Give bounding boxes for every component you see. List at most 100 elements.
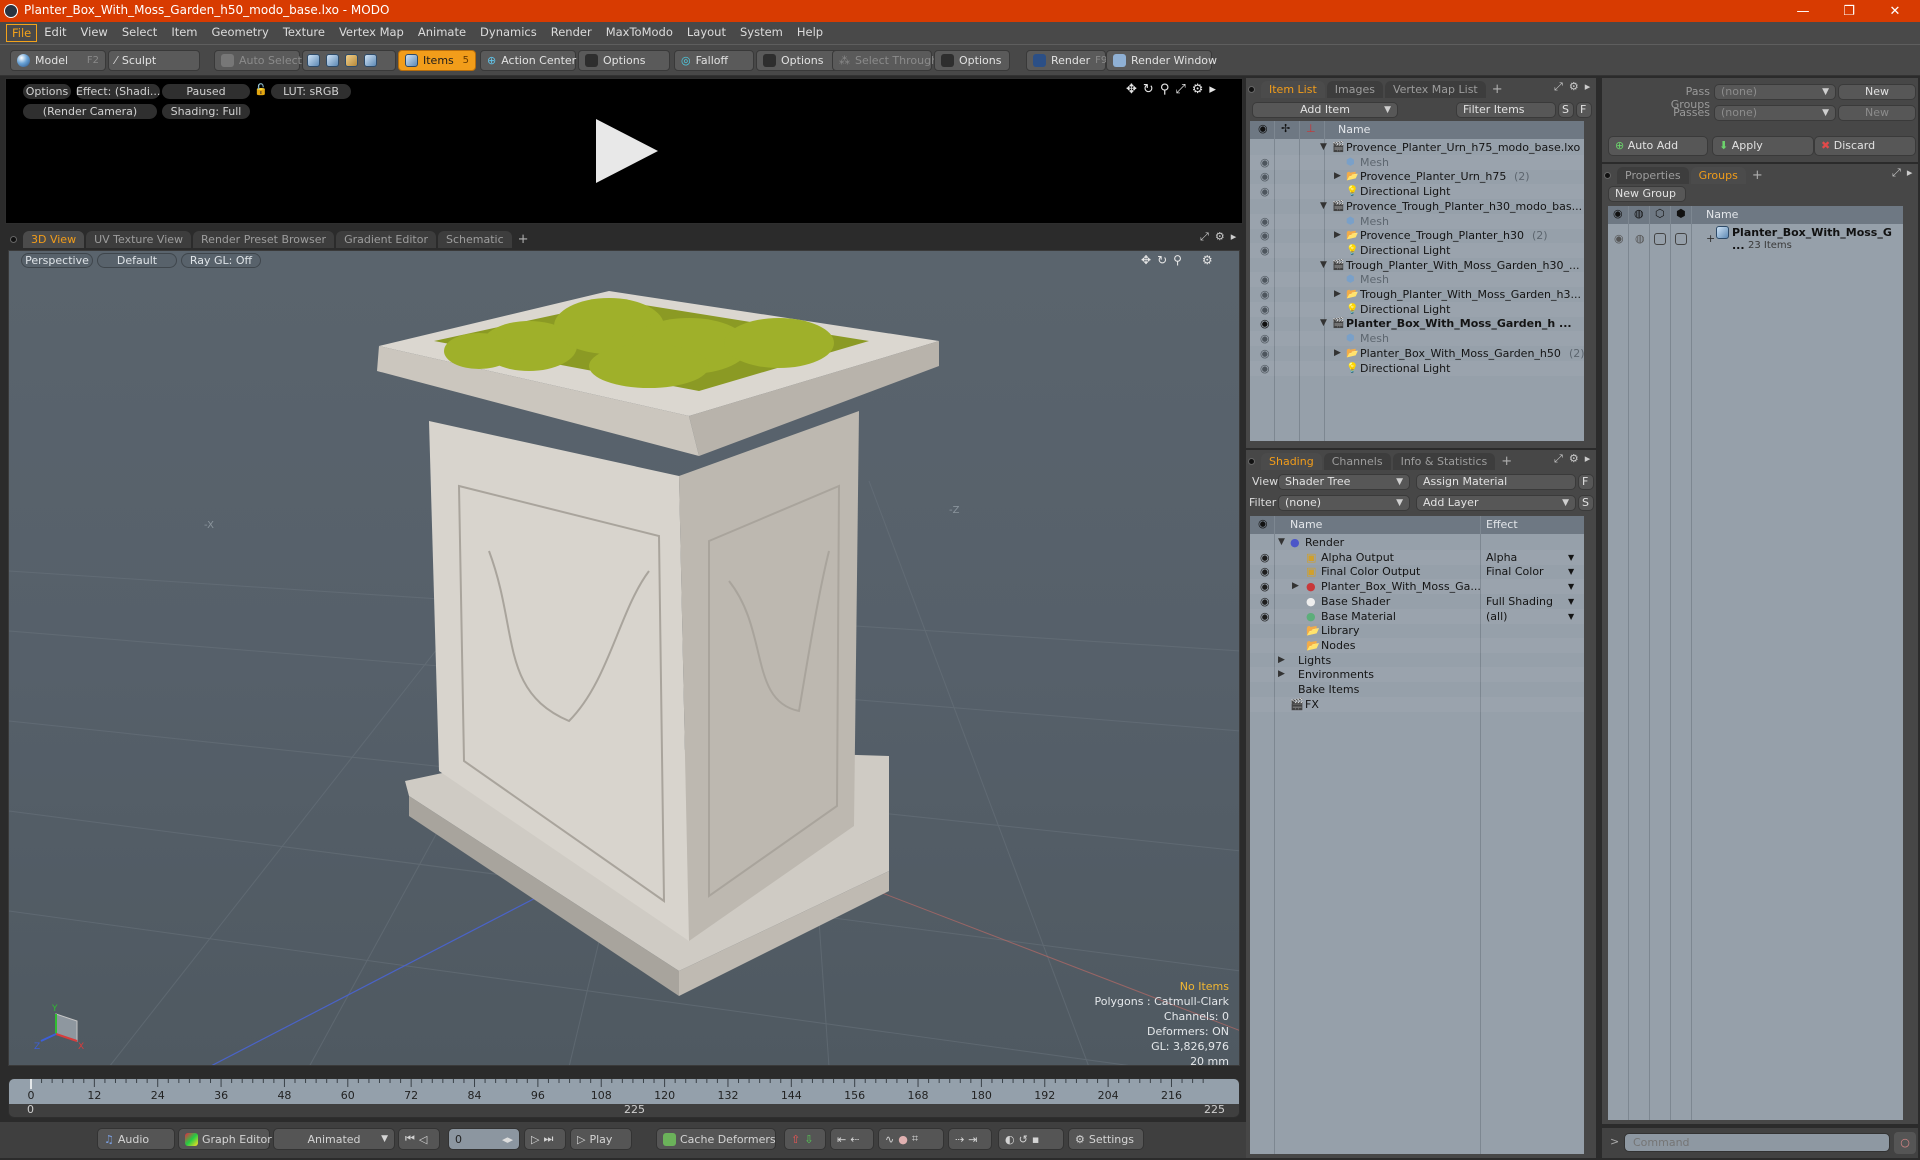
menu-texture[interactable]: Texture <box>276 24 332 42</box>
3d-viewport[interactable]: -X -Z Y X Z Perspective Default Ray GL: … <box>8 250 1240 1066</box>
prev-key-icon[interactable]: ⇠ <box>850 1133 859 1146</box>
menu-animate[interactable]: Animate <box>411 24 473 42</box>
go-to-end-icon[interactable]: ⏭ <box>543 1132 553 1146</box>
eye-icon[interactable]: ◉ <box>1260 361 1274 376</box>
rotate-icon[interactable]: ↻ <box>1143 82 1154 97</box>
shader-row[interactable]: ◉ ● Base Material (all) ▼ <box>1250 608 1584 624</box>
eye-icon[interactable]: ◉ <box>1260 272 1274 287</box>
next-key-icon[interactable]: ⇢ <box>955 1133 964 1146</box>
eye-icon[interactable]: ◉ <box>1260 331 1274 346</box>
item-row[interactable]: ◉ ⬢ Mesh <box>1250 154 1584 170</box>
eye-icon[interactable]: ◉ <box>1260 346 1274 361</box>
shader-row[interactable]: ◉ ▣ Final Color Output Final Color ▼ <box>1250 564 1584 579</box>
raygl-toggle[interactable]: Ray GL: Off <box>181 253 261 268</box>
expand-arrow-icon[interactable]: ▶ <box>1334 287 1344 302</box>
item-row[interactable]: ◉ ▼ 🎬 Planter_Box_With_Moss_Garden_h ... <box>1250 316 1584 331</box>
lock-open-icon[interactable]: 🔓 <box>254 83 268 96</box>
effect-dropdown-icon[interactable]: ▼ <box>1568 579 1574 594</box>
visibility-column-icon[interactable]: ◉ <box>1258 122 1268 135</box>
effect-dropdown-icon[interactable]: ▼ <box>1568 550 1574 565</box>
lock-column-icon[interactable]: ✢ <box>1281 122 1290 135</box>
close-button[interactable]: ✕ <box>1872 0 1918 22</box>
item-row[interactable]: ◉ ▶ 📂 Provence_Planter_Urn_h75 (2) <box>1250 169 1584 184</box>
sculpt-mode-button[interactable]: ⁄ Sculpt <box>108 50 200 71</box>
maximize-icon[interactable]: ⤢ <box>1892 166 1901 180</box>
zoom-icon[interactable]: ⚲ <box>1160 82 1170 97</box>
action-center-options-button[interactable]: Options <box>578 50 670 71</box>
shader-row[interactable]: 📂 Nodes <box>1250 637 1584 653</box>
menu-file[interactable]: File <box>6 24 38 42</box>
shading-s-button[interactable]: S <box>1578 495 1594 511</box>
apply-button[interactable]: ⬇ Apply <box>1712 136 1814 156</box>
shader-row[interactable]: 📂 Library <box>1250 623 1584 638</box>
group-row[interactable]: ◉ ◍ + Planter_Box_With_Moss_G ... 23 Ite… <box>1608 226 1903 256</box>
menu-item[interactable]: Item <box>164 24 204 42</box>
render-window-button[interactable]: Render Window <box>1106 50 1217 71</box>
zoom-icon[interactable]: ⚲ <box>1173 253 1182 267</box>
shader-row[interactable]: ▼ ● Render <box>1250 535 1584 550</box>
go-to-start-icon[interactable]: ⏮ <box>405 1132 415 1146</box>
expand-plus-icon[interactable]: + <box>1706 232 1715 245</box>
download-key-icon[interactable]: ⇩ <box>804 1133 813 1146</box>
item-row[interactable]: ◉ 💡 Directional Light <box>1250 301 1584 317</box>
panel-arrow-icon[interactable]: ▸ <box>1209 82 1216 97</box>
render-button[interactable]: Render F9 <box>1026 50 1107 71</box>
discard-button[interactable]: ✖ Discard <box>1814 136 1916 156</box>
item-list-f-button[interactable]: F <box>1576 102 1592 118</box>
menu-maxtomodo[interactable]: MaxToModo <box>599 24 680 42</box>
gear-icon[interactable]: ⚙ <box>1215 230 1225 244</box>
expand-arrow-icon[interactable]: ▶ <box>1278 653 1288 668</box>
view-dropdown[interactable]: Shader Tree ▼ <box>1278 474 1410 490</box>
projection-dropdown[interactable]: Perspective <box>21 253 93 268</box>
effect-dropdown-icon[interactable]: ▼ <box>1568 594 1574 609</box>
animated-dropdown[interactable]: Animated ▼ <box>273 1128 395 1150</box>
effect-value[interactable]: Alpha <box>1486 550 1517 565</box>
panel-arrow-icon[interactable]: ▸ <box>1231 230 1237 244</box>
collapse-arrow-icon[interactable]: ▼ <box>1320 316 1330 331</box>
shader-row[interactable]: ▶ Lights <box>1250 653 1584 668</box>
key-loop-icon[interactable]: ↺ <box>1019 1133 1028 1146</box>
current-frame-field[interactable]: 0 ◂▸ <box>448 1128 520 1150</box>
auto-select-button[interactable]: Auto Select <box>214 50 302 71</box>
maximize-icon[interactable]: ⤢ <box>1200 230 1209 244</box>
falloff-button[interactable]: ◎ Falloff <box>674 50 754 71</box>
filter-dropdown[interactable]: (none) ▼ <box>1278 495 1410 511</box>
menu-view[interactable]: View <box>74 24 115 42</box>
settings-button[interactable]: ⚙ Settings <box>1068 1128 1144 1150</box>
key-select-icon[interactable]: ▪ <box>1032 1133 1039 1146</box>
eye-icon[interactable]: ◉ <box>1260 594 1274 609</box>
preview-options-button[interactable]: Options <box>23 84 71 99</box>
lock-column-icon[interactable]: ⬡ <box>1655 207 1665 220</box>
rotate-icon[interactable]: ↻ <box>1157 253 1167 267</box>
menu-render[interactable]: Render <box>544 24 599 42</box>
name-column-header[interactable]: Name <box>1706 208 1738 221</box>
add-tab-icon[interactable]: + <box>1488 81 1507 98</box>
eye-icon[interactable]: ◉ <box>1614 232 1624 245</box>
menu-geometry[interactable]: Geometry <box>205 24 276 42</box>
menu-dynamics[interactable]: Dynamics <box>473 24 544 42</box>
eye-icon[interactable]: ◉ <box>1260 550 1274 565</box>
lut-dropdown[interactable]: LUT: sRGB <box>271 84 351 99</box>
select-through-button[interactable]: ⁂ Select Through <box>832 50 938 71</box>
materials-mode-icon[interactable] <box>364 54 377 67</box>
eye-icon[interactable]: ◉ <box>1260 609 1274 624</box>
preview-effect-dropdown[interactable]: Effect: (Shadi... <box>76 84 160 99</box>
items-mode-button[interactable]: Items 5 <box>398 50 476 71</box>
shader-row[interactable]: ◉ ▣ Alpha Output Alpha ▼ <box>1250 549 1584 565</box>
gear-icon[interactable]: ⚙ <box>1202 253 1213 267</box>
collapse-arrow-icon[interactable]: ▼ <box>1278 535 1288 550</box>
effect-dropdown-icon[interactable]: ▼ <box>1568 609 1574 624</box>
axis-column-icon[interactable]: ⊥ <box>1306 122 1316 135</box>
eye-icon[interactable]: ◉ <box>1260 214 1274 229</box>
panel-arrow-icon[interactable]: ▸ <box>1585 452 1591 466</box>
shader-row[interactable]: ◉ ▶ ● Planter_Box_With_Moss_Ga... ▼ <box>1250 579 1584 595</box>
tab-gradient-editor[interactable]: Gradient Editor <box>336 231 436 248</box>
effect-value[interactable]: Full Shading <box>1486 594 1553 609</box>
next-frame-icon[interactable]: ▷ <box>531 1133 539 1146</box>
falloff-options-button[interactable]: Options <box>756 50 838 71</box>
item-row[interactable]: ◉ 💡 Directional Light <box>1250 184 1584 200</box>
lock-checkbox[interactable] <box>1654 233 1666 245</box>
menu-select[interactable]: Select <box>115 24 164 42</box>
expand-arrow-icon[interactable]: ▶ <box>1292 579 1302 594</box>
render-icon[interactable]: ◍ <box>1635 232 1645 245</box>
